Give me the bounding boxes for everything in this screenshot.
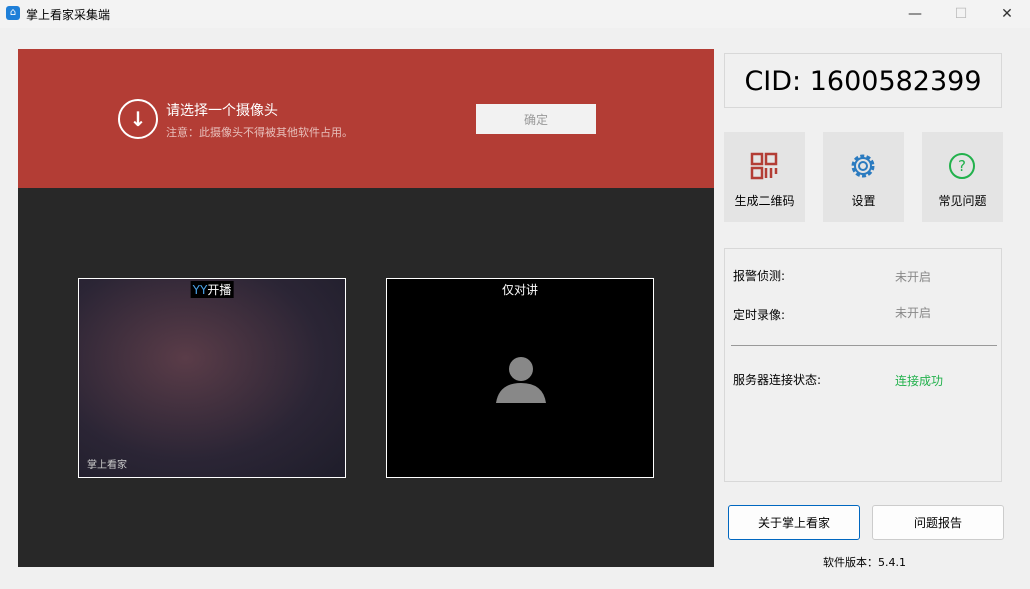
banner-title: 请选择一个摄像头 xyxy=(166,103,278,119)
version-text: 软件版本：5.4.1 xyxy=(823,556,906,569)
alarm-value: 未开启 xyxy=(895,270,932,284)
record-label: 定时录像: xyxy=(733,308,786,322)
title-bar: ⌂ 掌上看家采集端 — ☐ ✕ xyxy=(0,0,1030,28)
qr-code-icon xyxy=(750,152,778,180)
status-panel: 报警侦测: 未开启 定时录像: 未开启 服务器连接状态: 连接成功 xyxy=(724,248,1002,482)
confirm-button[interactable]: 确定 xyxy=(476,104,596,134)
server-status-label: 服务器连接状态: xyxy=(733,373,822,387)
settings-label: 设置 xyxy=(851,194,876,208)
record-value: 未开启 xyxy=(895,306,932,320)
person-icon xyxy=(496,357,546,403)
watermark: 掌上看家 xyxy=(87,460,127,471)
cid-display: CID: 1600582399 xyxy=(724,53,1002,108)
camera-tile-intercom[interactable]: 仅对讲 xyxy=(386,278,654,478)
svg-text:?: ? xyxy=(958,157,966,175)
camera-tile-yy[interactable]: YY开播 掌上看家 xyxy=(78,278,346,478)
divider xyxy=(731,345,997,346)
minimize-button[interactable]: — xyxy=(892,0,938,28)
about-button[interactable]: 关于掌上看家 xyxy=(728,505,860,540)
faq-button[interactable]: ? 常见问题 xyxy=(922,132,1003,222)
tile-label: YY开播 xyxy=(190,281,234,298)
close-button[interactable]: ✕ xyxy=(984,0,1030,28)
settings-button[interactable]: 设置 xyxy=(823,132,904,222)
server-status-value: 连接成功 xyxy=(895,374,944,388)
camera-select-banner: ↓ 请选择一个摄像头 注意：此摄像头不得被其他软件占用。 确定 xyxy=(18,49,714,188)
generate-qr-button[interactable]: 生成二维码 xyxy=(724,132,805,222)
faq-label: 常见问题 xyxy=(938,194,987,208)
generate-qr-label: 生成二维码 xyxy=(734,194,795,208)
tile-label: 仅对讲 xyxy=(499,281,541,298)
report-issue-button[interactable]: 问题报告 xyxy=(872,505,1004,540)
arrow-down-icon: ↓ xyxy=(118,99,158,139)
window-title: 掌上看家采集端 xyxy=(26,8,111,22)
help-circle-icon: ? xyxy=(949,153,975,179)
maximize-button[interactable]: ☐ xyxy=(938,0,984,28)
banner-note: 注意：此摄像头不得被其他软件占用。 xyxy=(166,126,353,139)
app-logo-icon: ⌂ xyxy=(6,6,20,20)
alarm-label: 报警侦测: xyxy=(733,269,786,283)
camera-panel: ↓ 请选择一个摄像头 注意：此摄像头不得被其他软件占用。 确定 YY开播 掌上看… xyxy=(18,49,714,567)
gear-icon xyxy=(851,154,875,178)
